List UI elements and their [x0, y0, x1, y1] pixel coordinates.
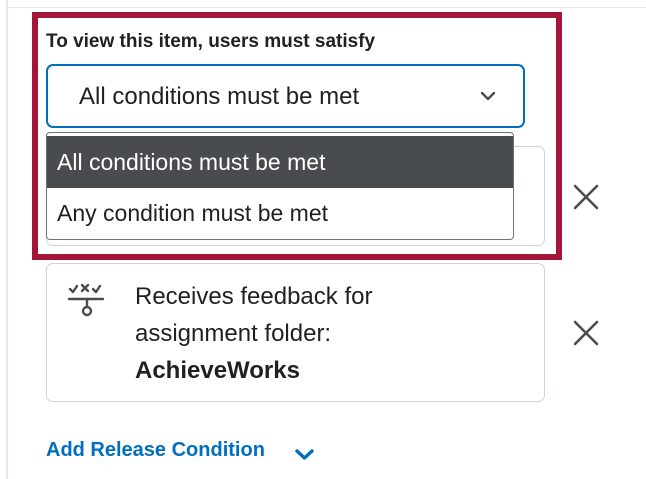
- condition-mode-select[interactable]: All conditions must be met: [46, 64, 525, 128]
- close-icon[interactable]: [571, 182, 601, 212]
- condition-target: AchieveWorks: [135, 357, 300, 384]
- page-top-border: [8, 7, 646, 8]
- chevron-down-icon[interactable]: [294, 448, 315, 461]
- chevron-down-icon: [480, 91, 496, 101]
- close-icon[interactable]: [571, 318, 601, 348]
- option-any-condition[interactable]: Any condition must be met: [47, 187, 513, 239]
- assignment-feedback-icon: [67, 283, 105, 317]
- condition-line: assignment folder:: [135, 320, 332, 347]
- page-left-border: [6, 0, 8, 479]
- requirement-label: To view this item, users must satisfy: [46, 31, 376, 52]
- select-value: All conditions must be met: [79, 83, 360, 110]
- option-all-conditions[interactable]: All conditions must be met: [47, 136, 513, 188]
- condition-text: Receives feedback for assignment folder:…: [135, 278, 372, 389]
- condition-card: Receives feedback for assignment folder:…: [46, 263, 545, 402]
- condition-line: Receives feedback for: [135, 283, 373, 310]
- add-release-condition-link[interactable]: Add Release Condition: [46, 439, 265, 462]
- select-dropdown: All conditions must be met Any condition…: [46, 132, 514, 240]
